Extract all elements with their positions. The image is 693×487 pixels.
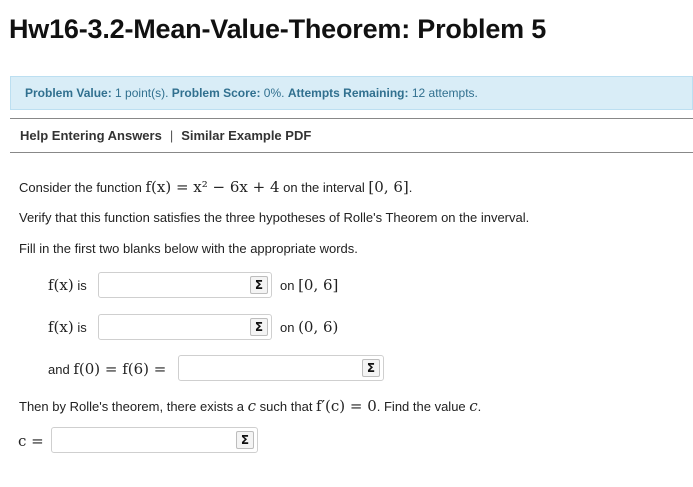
verify-instruction: Verify that this function satisfies the …	[19, 210, 530, 225]
rolle-conclusion: Then by Rolle's theorem, there exists a …	[19, 397, 481, 415]
divider-top	[10, 118, 693, 119]
derivative-equation: f′(c) = 0	[316, 397, 377, 415]
problem-info-bar: Problem Value: 1 point(s). Problem Score…	[10, 76, 693, 110]
statement-text: .	[408, 180, 413, 195]
row2-label-text: is	[73, 320, 87, 335]
row1-after: on [0, 6]	[280, 276, 338, 294]
problem-value: 1 point(s).	[115, 86, 169, 100]
equation-editor-icon[interactable]: Σ	[362, 359, 380, 377]
row2-after-text: on	[280, 320, 299, 335]
row3-label-math: f(0) = f(6) =	[73, 360, 167, 378]
answer-input-3[interactable]	[181, 358, 362, 378]
conclusion-text: such that	[256, 399, 317, 414]
answer-field-3: Σ	[178, 355, 384, 381]
help-entering-answers-link[interactable]: Help Entering Answers	[20, 128, 162, 143]
link-separator: |	[169, 128, 174, 143]
interval-expression: [0, 6]	[368, 178, 409, 196]
row2-interval: (0, 6)	[298, 318, 339, 336]
row4-label-math: c =	[18, 432, 44, 450]
attempts-remaining-label: Attempts Remaining:	[287, 86, 409, 100]
variable-c: c	[247, 397, 257, 415]
help-links: Help Entering Answers | Similar Example PD…	[20, 128, 311, 143]
similar-example-pdf-link[interactable]: Similar Example PDF	[181, 128, 311, 143]
row4-label: c =	[18, 432, 44, 450]
row3-label: and f(0) = f(6) =	[48, 360, 166, 378]
conclusion-text: . Find the value	[376, 399, 470, 414]
row3-label-text: and	[48, 362, 74, 377]
fill-instruction: Fill in the first two blanks below with …	[19, 241, 358, 256]
attempts-remaining: 12 attempts.	[411, 86, 478, 100]
problem-score-label: Problem Score:	[171, 86, 261, 100]
answer-input-4[interactable]	[54, 430, 236, 450]
problem-score: 0%.	[263, 86, 285, 100]
answer-field-4: Σ	[51, 427, 258, 453]
equation-editor-icon[interactable]: Σ	[250, 276, 268, 294]
answer-field-1: Σ	[98, 272, 272, 298]
answer-input-1[interactable]	[101, 275, 250, 295]
page-title: Hw16-3.2-Mean-Value-Theorem: Problem 5	[9, 14, 547, 44]
answer-field-2: Σ	[98, 314, 272, 340]
row1-label-text: is	[73, 278, 87, 293]
function-expression: f(x) = x² − 6x + 4	[145, 178, 280, 196]
answer-input-2[interactable]	[101, 317, 250, 337]
conclusion-text: .	[477, 399, 482, 414]
equation-editor-icon[interactable]: Σ	[236, 431, 254, 449]
row2-label-math: f(x)	[48, 318, 74, 336]
statement-text: Consider the function	[19, 180, 146, 195]
statement-text: on the interval	[279, 180, 369, 195]
row1-label: f(x) is	[48, 276, 87, 294]
row2-label: f(x) is	[48, 318, 87, 336]
row1-label-math: f(x)	[48, 276, 74, 294]
conclusion-text: Then by Rolle's theorem, there exists a	[19, 399, 248, 414]
problem-value-label: Problem Value:	[25, 86, 112, 100]
row1-interval: [0, 6]	[298, 276, 339, 294]
equation-editor-icon[interactable]: Σ	[250, 318, 268, 336]
row2-after: on (0, 6)	[280, 318, 338, 336]
row1-after-text: on	[280, 278, 299, 293]
variable-c: c	[469, 397, 478, 415]
divider-bottom	[10, 152, 693, 153]
problem-statement: Consider the function f(x) = x² − 6x + 4…	[19, 178, 412, 196]
